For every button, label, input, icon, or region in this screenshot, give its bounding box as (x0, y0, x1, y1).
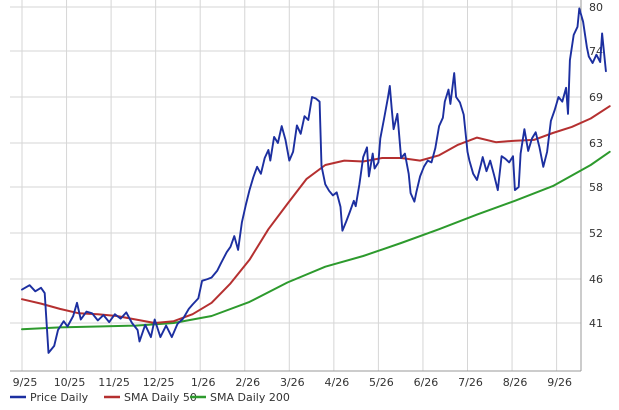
y-tick-label: 41 (589, 317, 603, 330)
y-tick-label: 80 (589, 1, 603, 14)
x-tick-label: 10/25 (54, 376, 86, 389)
legend-label: SMA Daily 50 (124, 391, 197, 404)
x-tick-label: 7/26 (458, 376, 483, 389)
x-tick-label: 8/26 (503, 376, 528, 389)
x-tick-label: 9/26 (547, 376, 572, 389)
x-tick-label: 2/26 (235, 376, 260, 389)
y-tick-label: 63 (589, 137, 603, 150)
chart-svg: 80746963585246419/25 10/25 11/25 12/25 1/26 2… (10, 0, 611, 404)
x-tick-label: 12/25 (143, 376, 175, 389)
x-tick-label: 5/26 (369, 376, 394, 389)
x-tick-label: 3/26 (280, 376, 305, 389)
legend-label: Price Daily (30, 391, 89, 404)
series-line-sma-daily-200 (21, 150, 611, 331)
x-tick-label: 11/25 (98, 376, 130, 389)
series-line-sma-daily-50 (21, 105, 611, 324)
y-tick-label: 46 (589, 273, 603, 286)
series-line-price-daily (21, 7, 607, 354)
y-tick-label: 52 (589, 227, 603, 240)
x-tick-label: 1/26 (191, 376, 216, 389)
stock-price-chart: 80 74 69 63 58 52 46 41 9/25 10/25 11/25 12/25 1/26 2… (0, 0, 619, 406)
y-tick-label: 58 (589, 181, 603, 194)
y-tick-label: 69 (589, 91, 603, 104)
x-tick-label: 9/25 (13, 376, 38, 389)
x-tick-label: 4/26 (324, 376, 349, 389)
legend-label: SMA Daily 200 (210, 391, 290, 404)
x-tick-label: 6/26 (414, 376, 439, 389)
